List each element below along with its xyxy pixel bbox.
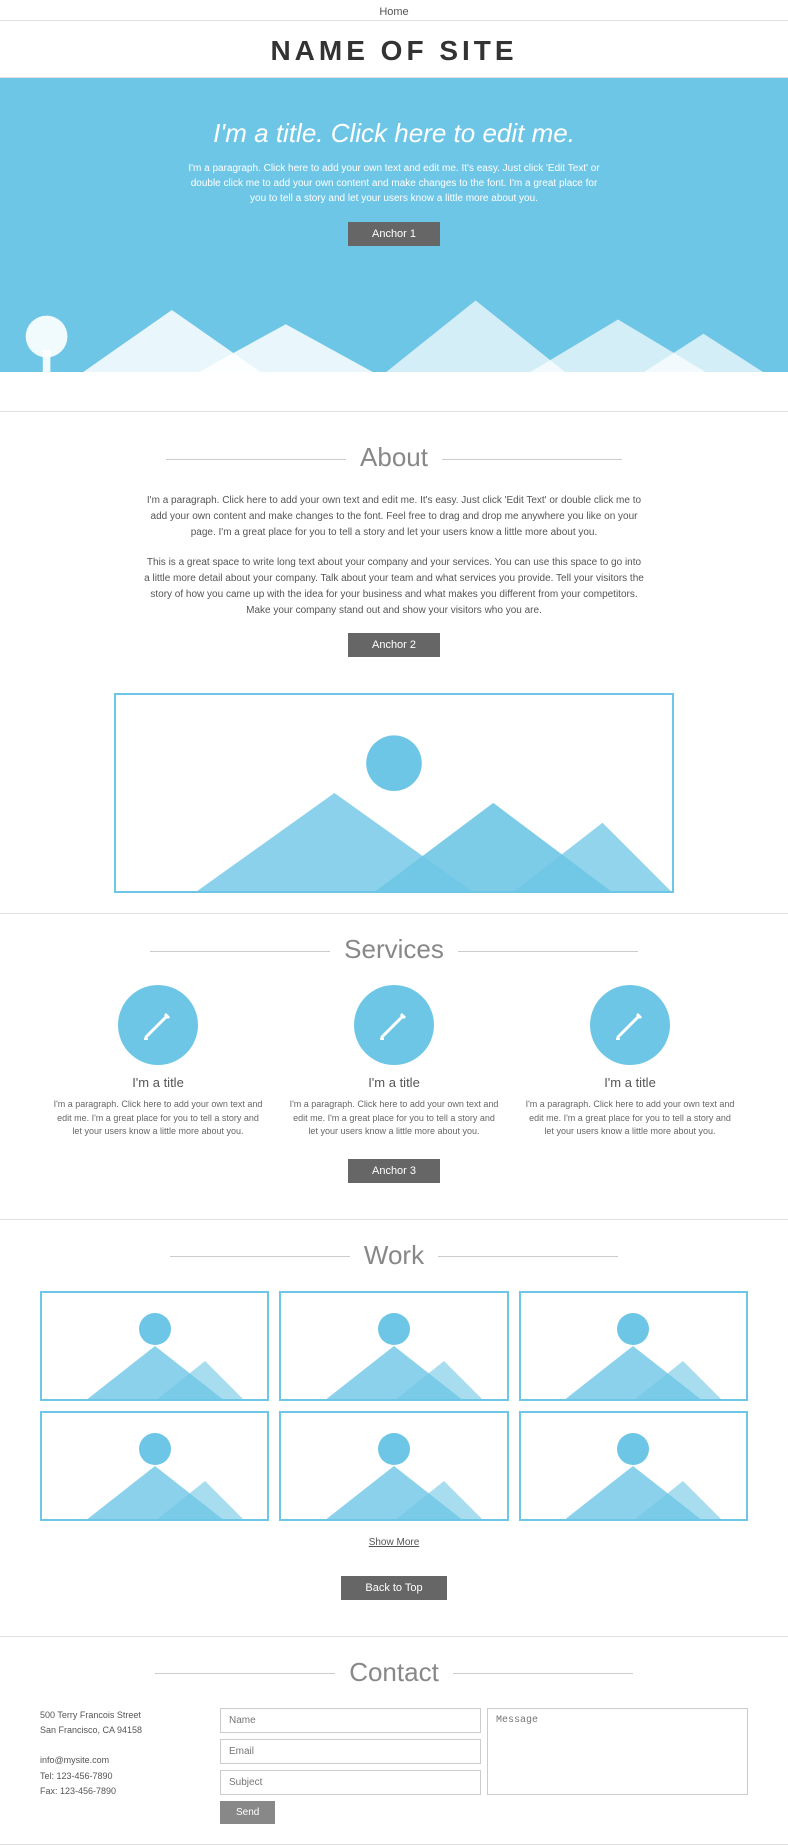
anchor-3-button[interactable]: Anchor 3	[348, 1159, 440, 1183]
show-more-link[interactable]: Show More	[40, 1537, 748, 1548]
name-input[interactable]	[220, 1708, 481, 1733]
site-title: NAME OF SITE	[0, 35, 788, 67]
work-thumb-1[interactable]	[40, 1291, 269, 1401]
about-para-1[interactable]: I'm a paragraph. Click here to add your …	[144, 493, 644, 541]
hero-paragraph[interactable]: I'm a paragraph. Click here to add your …	[184, 161, 604, 206]
submit-button[interactable]: Send	[220, 1801, 275, 1824]
anchor-2-button[interactable]: Anchor 2	[348, 633, 440, 657]
service-icon-2	[354, 985, 434, 1065]
contact-address-line2: San Francisco, CA 94158	[40, 1723, 200, 1738]
hero-section: I'm a title. Click here to edit me. I'm …	[0, 78, 788, 372]
about-para-2[interactable]: This is a great space to write long text…	[144, 555, 644, 619]
back-to-top-button[interactable]: Back to Top	[341, 1576, 446, 1600]
contact-info: 500 Terry Francois Street San Francisco,…	[40, 1708, 200, 1824]
work-thumb-4[interactable]	[40, 1411, 269, 1521]
work-section: Work	[0, 1220, 788, 1637]
service-title-1[interactable]: I'm a title	[52, 1075, 264, 1090]
work-title: Work	[40, 1240, 748, 1271]
contact-title: Contact	[40, 1657, 748, 1688]
contact-email[interactable]: info@mysite.com	[40, 1753, 200, 1768]
service-para-1[interactable]: I'm a paragraph. Click here to add your …	[52, 1098, 264, 1139]
email-input[interactable]	[220, 1739, 481, 1764]
service-para-3[interactable]: I'm a paragraph. Click here to add your …	[524, 1098, 736, 1139]
work-thumb-6[interactable]	[519, 1411, 748, 1521]
contact-fax: Fax: 123-456-7890	[40, 1784, 200, 1799]
work-thumb-2[interactable]	[279, 1291, 508, 1401]
service-title-3[interactable]: I'm a title	[524, 1075, 736, 1090]
services-title: Services	[40, 934, 748, 965]
work-grid	[40, 1291, 748, 1521]
work-thumb-5[interactable]	[279, 1411, 508, 1521]
about-title: About	[40, 442, 748, 473]
about-section: About I'm a paragraph. Click here to add…	[0, 412, 788, 914]
contact-inner: 500 Terry Francois Street San Francisco,…	[40, 1708, 748, 1824]
hero-title[interactable]: I'm a title. Click here to edit me.	[20, 118, 768, 149]
anchor-1-button[interactable]: Anchor 1	[348, 222, 440, 246]
contact-form: Send	[220, 1708, 748, 1824]
service-item-1: I'm a title I'm a paragraph. Click here …	[52, 985, 264, 1139]
nav-home-link[interactable]: Home	[379, 6, 408, 18]
services-grid: I'm a title I'm a paragraph. Click here …	[40, 985, 748, 1139]
contact-section: Contact 500 Terry Francois Street San Fr…	[0, 1637, 788, 1845]
site-header: NAME OF SITE	[0, 21, 788, 78]
service-para-2[interactable]: I'm a paragraph. Click here to add your …	[288, 1098, 500, 1139]
service-icon-3	[590, 985, 670, 1065]
service-title-2[interactable]: I'm a title	[288, 1075, 500, 1090]
spacer-1	[0, 372, 788, 412]
work-thumb-3[interactable]	[519, 1291, 748, 1401]
contact-tel: Tel: 123-456-7890	[40, 1769, 200, 1784]
subject-input[interactable]	[220, 1770, 481, 1795]
service-item-2: I'm a title I'm a paragraph. Click here …	[288, 985, 500, 1139]
about-image-placeholder	[114, 693, 674, 893]
hero-mountains	[20, 272, 768, 372]
message-input[interactable]	[487, 1708, 748, 1795]
services-section: Services I'm a title I'm a paragraph. Cl…	[0, 914, 788, 1220]
contact-address-line1: 500 Terry Francois Street	[40, 1708, 200, 1723]
top-nav: Home	[0, 0, 788, 21]
service-item-3: I'm a title I'm a paragraph. Click here …	[524, 985, 736, 1139]
service-icon-1	[118, 985, 198, 1065]
